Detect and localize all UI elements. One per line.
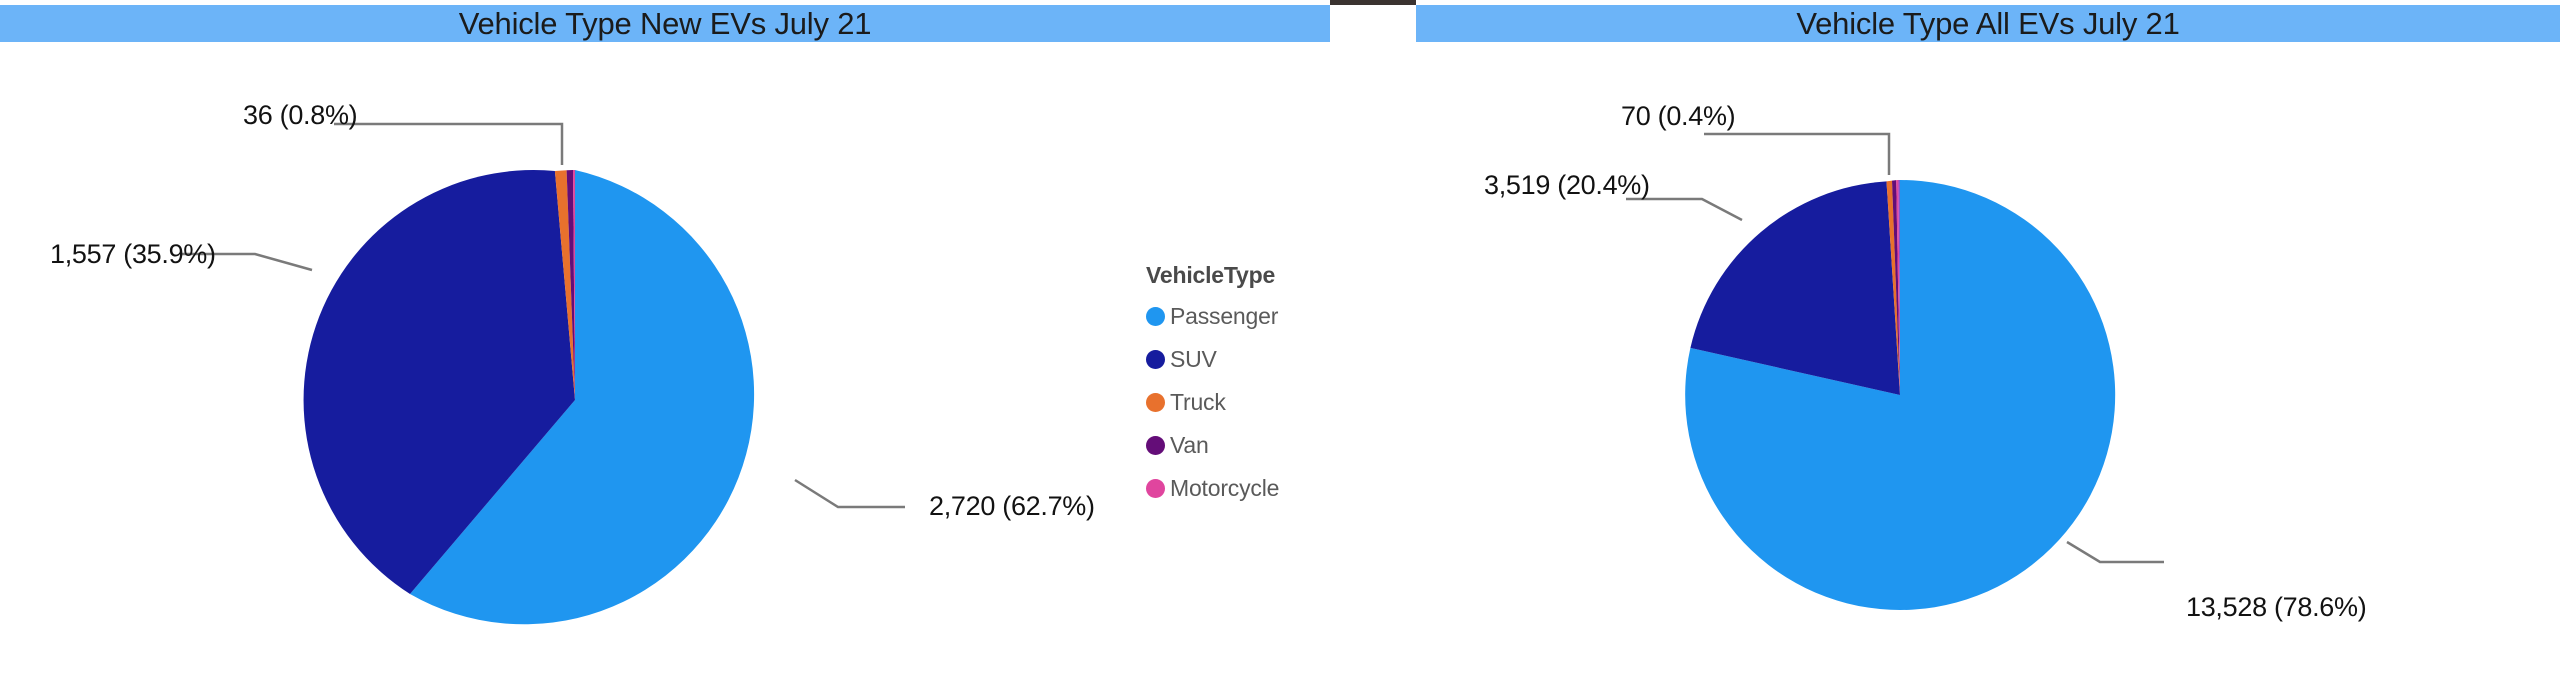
legend-swatch-van-icon — [1146, 436, 1165, 455]
data-label-suv-all-evs: 3,519 (20.4%) — [1484, 170, 1650, 200]
legend-label-truck: Truck — [1170, 389, 1226, 415]
legend-item-truck[interactable]: Truck — [1146, 387, 1279, 418]
legend-swatch-suv-icon — [1146, 350, 1165, 369]
dashboard-root: Vehicle Type New EVs July 21 36 (0.8%) 1… — [0, 0, 2560, 691]
legend-item-motorcycle[interactable]: Motorcycle — [1146, 473, 1279, 504]
leader-line-truck — [334, 122, 564, 165]
leader-line-suv — [1626, 197, 1743, 222]
legend-new-evs: VehicleType Passenger SUV Truck Van Moto… — [1146, 262, 1279, 516]
panel-all-evs: Vehicle Type All EVs July 21 70 (0.4%) 3… — [1416, 0, 2560, 691]
legend-item-suv[interactable]: SUV — [1146, 344, 1279, 375]
pie-svg-new-evs — [182, 122, 905, 625]
panel-title-all-evs: Vehicle Type All EVs July 21 — [1416, 5, 2560, 42]
leader-line-van — [1704, 132, 1891, 175]
legend-label-suv: SUV — [1170, 346, 1217, 372]
data-label-truck-new-evs: 36 (0.8%) — [243, 100, 358, 130]
data-label-suv-new-evs: 1,557 (35.9%) — [50, 239, 216, 269]
legend-item-van[interactable]: Van — [1146, 430, 1279, 461]
legend-swatch-motorcycle-icon — [1146, 479, 1165, 498]
data-label-passenger-all-evs: 13,528 (78.6%) — [2186, 592, 2367, 622]
data-label-van-all-evs: 70 (0.4%) — [1621, 101, 1736, 131]
pie-chart-all-evs — [1416, 42, 2560, 691]
panel-title-new-evs: Vehicle Type New EVs July 21 — [0, 5, 1330, 42]
leader-line-passenger — [794, 478, 905, 509]
legend-swatch-truck-icon — [1146, 393, 1165, 412]
pie-svg-all-evs — [1626, 132, 2164, 610]
legend-title-new-evs: VehicleType — [1146, 262, 1276, 288]
legend-label-motorcycle: Motorcycle — [1170, 475, 1280, 501]
data-label-passenger-new-evs: 2,720 (62.7%) — [929, 491, 1095, 521]
legend-label-passenger: Passenger — [1170, 303, 1279, 329]
legend-swatch-passenger-icon — [1146, 307, 1165, 326]
legend-item-passenger[interactable]: Passenger — [1146, 301, 1279, 332]
pie-chart-new-evs — [0, 42, 1330, 691]
legend-label-van: Van — [1170, 432, 1209, 458]
leader-line-passenger — [2066, 540, 2164, 564]
panel-new-evs: Vehicle Type New EVs July 21 36 (0.8%) 1… — [0, 0, 1330, 691]
